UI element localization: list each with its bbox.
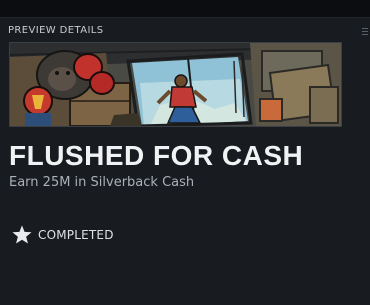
mission-title: FLUSHED FOR CASH xyxy=(9,140,304,171)
drag-handle-icon[interactable] xyxy=(362,28,368,36)
mission-artwork xyxy=(9,42,342,127)
mission-status: COMPLETED xyxy=(11,224,114,246)
preview-details-panel: PREVIEW DETAILS FLUSHED FOR CASH Earn 25… xyxy=(0,18,370,305)
section-header: PREVIEW DETAILS xyxy=(8,25,104,36)
top-bar xyxy=(0,0,370,18)
mission-description: Earn 25M in Silverback Cash xyxy=(9,175,195,190)
star-icon xyxy=(12,225,32,244)
status-label: COMPLETED xyxy=(38,228,114,242)
